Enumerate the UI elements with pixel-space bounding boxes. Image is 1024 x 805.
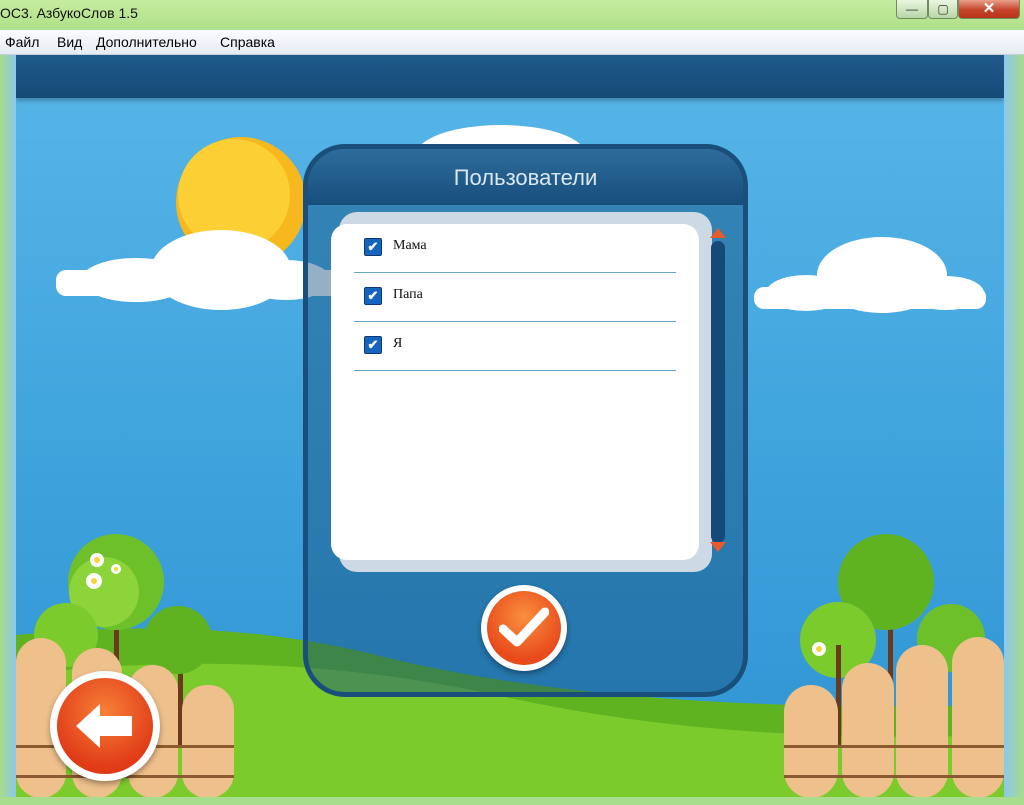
menu-advanced[interactable]: Дополнительно <box>96 34 197 50</box>
user-name: Папа <box>393 287 423 302</box>
checkmark-icon <box>499 607 549 647</box>
window-frame-left <box>0 55 16 800</box>
user-name: Я <box>393 336 403 351</box>
window-titlebar: ОС3. АзбукоСлов 1.5 — ▢ ✕ <box>0 0 1024 30</box>
menu-bar: Файл Вид Дополнительно Справка <box>0 30 1024 55</box>
user-name: Мама <box>393 238 427 253</box>
user-checkbox-papa[interactable]: ✔ <box>364 287 382 305</box>
confirm-button-face <box>487 591 561 665</box>
confirm-button[interactable] <box>481 585 567 671</box>
menu-view[interactable]: Вид <box>57 34 82 50</box>
maximize-button[interactable]: ▢ <box>928 0 958 19</box>
user-checkbox-ya[interactable]: ✔ <box>364 336 382 354</box>
user-item-ya[interactable]: ✔ Я <box>354 322 676 371</box>
users-list: ✔ Мама ✔ Папа ✔ Я <box>331 224 699 560</box>
user-checkbox-mama[interactable]: ✔ <box>364 238 382 256</box>
dialog-header: Пользователи <box>308 149 743 205</box>
minimize-button[interactable]: — <box>896 0 928 19</box>
user-item-mama[interactable]: ✔ Мама <box>354 224 676 273</box>
game-area: Пользователи ✔ Мама ✔ Папа ✔ Я <box>16 55 1004 797</box>
dialog-title: Пользователи <box>453 165 598 190</box>
users-dialog: Пользователи ✔ Мама ✔ Папа ✔ Я <box>303 144 748 697</box>
menu-file[interactable]: Файл <box>5 34 39 50</box>
scroll-up-arrow-icon[interactable] <box>710 228 726 238</box>
close-button[interactable]: ✕ <box>958 0 1020 19</box>
menu-help[interactable]: Справка <box>220 34 275 50</box>
cloud-right-icon <box>754 237 986 313</box>
window-frame-bottom <box>0 797 1024 805</box>
back-button-face <box>57 678 153 774</box>
scroll-down-arrow-icon[interactable] <box>710 542 726 552</box>
window-title: ОС3. АзбукоСлов 1.5 <box>0 5 138 21</box>
arrow-left-icon <box>76 704 132 748</box>
user-item-papa[interactable]: ✔ Папа <box>354 273 676 322</box>
scrollbar-track[interactable] <box>711 241 725 543</box>
back-button[interactable] <box>50 671 160 781</box>
window-frame-right <box>1004 55 1024 800</box>
